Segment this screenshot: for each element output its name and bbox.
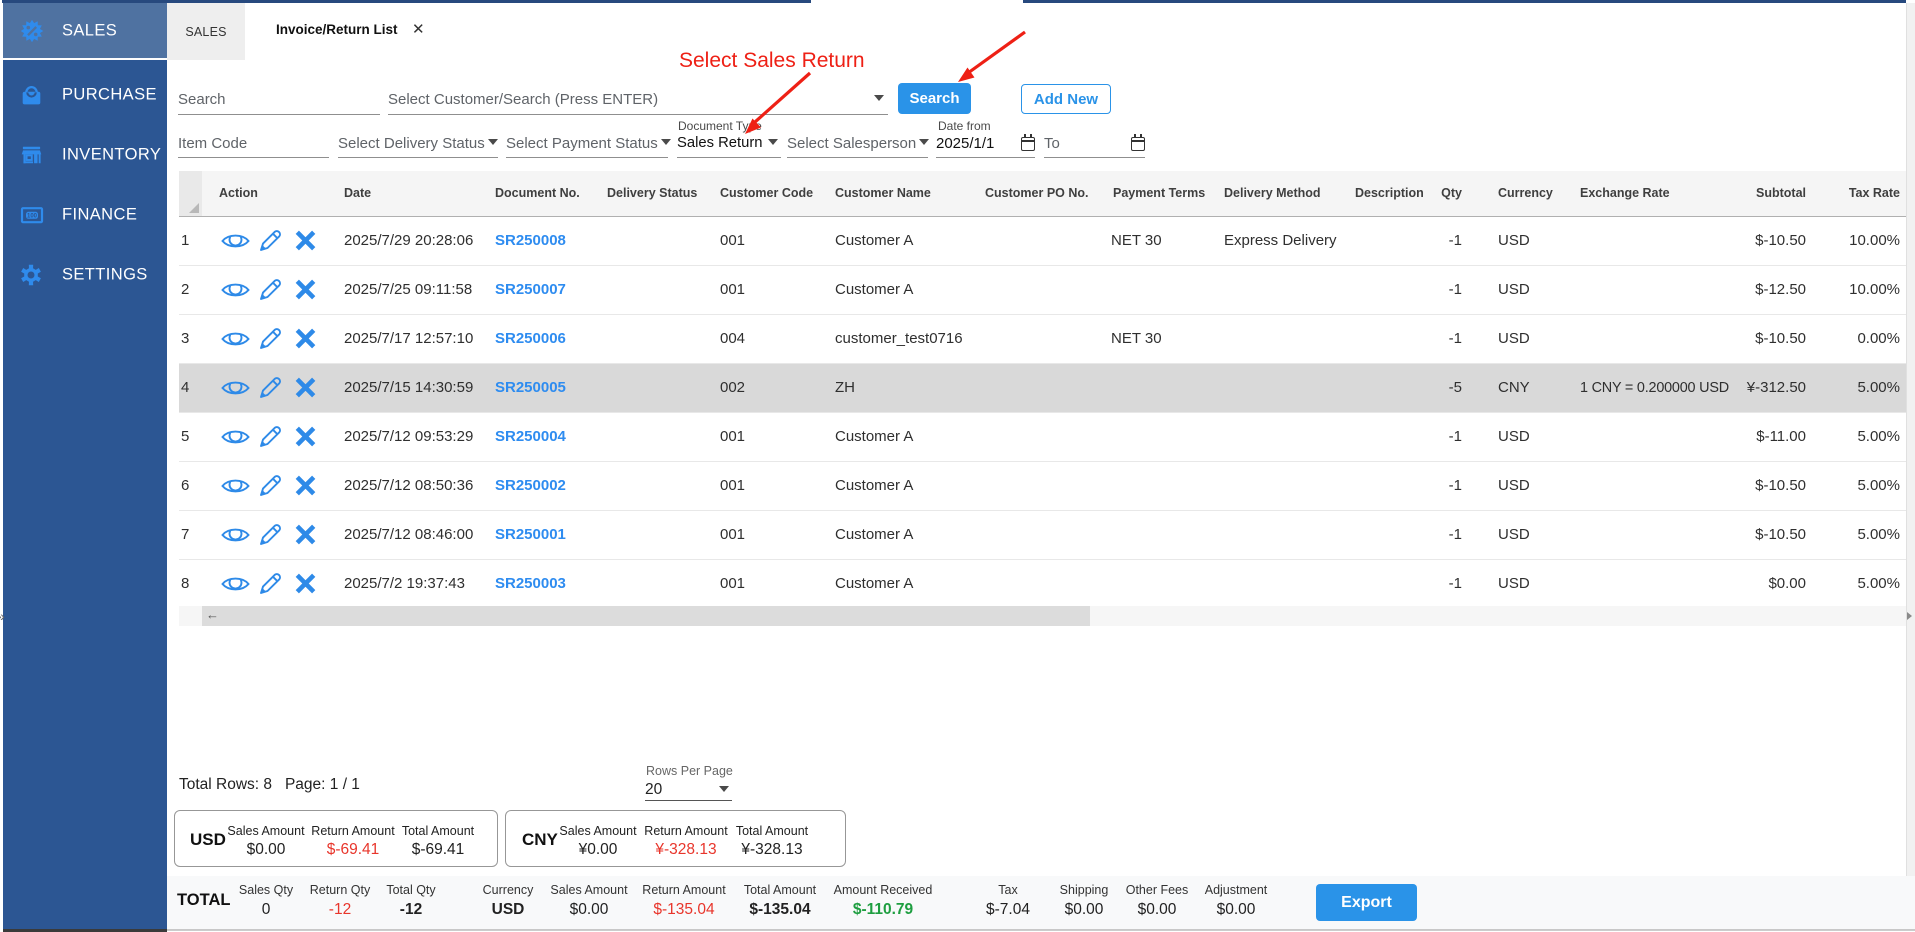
svg-text:100: 100 — [27, 214, 38, 220]
